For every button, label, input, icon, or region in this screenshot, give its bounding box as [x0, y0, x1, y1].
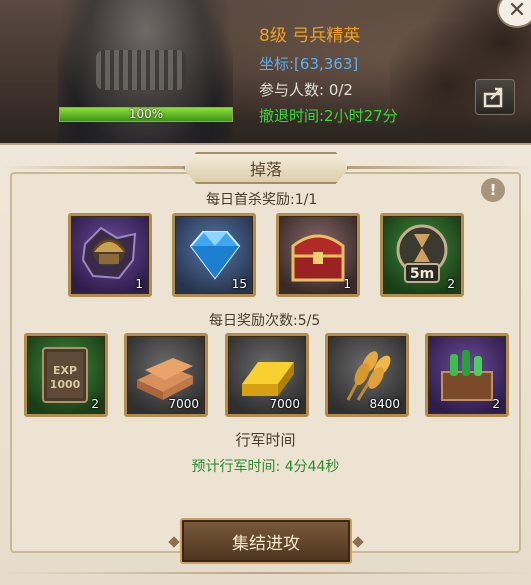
title-ornament-left	[0, 166, 190, 169]
rally-attack-button[interactable]: 集结进攻	[180, 518, 352, 564]
share-icon	[483, 87, 503, 108]
close-icon: ✕	[507, 0, 527, 23]
info-icon[interactable]: !	[481, 178, 505, 202]
item-count: 2	[492, 397, 500, 411]
reward-item[interactable]: 15	[172, 213, 256, 297]
drop-title: 掉落	[183, 152, 349, 184]
item-count: 1	[343, 277, 351, 291]
svg-text:5m: 5m	[410, 266, 434, 282]
title-ornament-right	[341, 166, 531, 169]
first-kill-label: 每日首杀奖励:1/1	[206, 192, 318, 208]
share-button[interactable]	[475, 79, 515, 115]
daily-reward-label: 每日奖励次数:5/5	[209, 313, 321, 329]
item-count: 1	[135, 277, 143, 291]
item-count: 7000	[168, 397, 199, 411]
reward-item[interactable]: 2	[425, 333, 509, 417]
boss-coordinates-link[interactable]: 坐标:[63,363]	[259, 53, 358, 74]
svg-text:EXP: EXP	[53, 364, 77, 377]
svg-text:1000: 1000	[50, 378, 81, 391]
march-time-label: 行军时间	[235, 431, 296, 449]
retreat-time: 撤退时间:2小时27分	[259, 107, 398, 125]
item-count: 8400	[369, 397, 400, 411]
item-count: 2	[91, 397, 99, 411]
health-percent: 100%	[128, 107, 164, 121]
bottom-divider	[0, 572, 531, 574]
reward-item[interactable]: 7000	[124, 333, 208, 417]
item-count: 15	[231, 277, 247, 291]
reward-item[interactable]: 1	[276, 213, 360, 297]
reward-item[interactable]: 5m 2	[380, 213, 464, 297]
boss-health-bar: 100%	[59, 107, 233, 122]
reward-item[interactable]: 7000	[225, 333, 309, 417]
reward-item[interactable]: 1	[68, 213, 152, 297]
reward-item[interactable]: EXP 1000 2	[24, 333, 108, 417]
boss-level-name: 8级 弓兵精英	[259, 26, 361, 46]
participant-count: 参与人数: 0/2	[259, 81, 353, 99]
estimated-march-time: 预计行军时间: 4分44秒	[191, 459, 340, 475]
item-count: 2	[447, 277, 455, 291]
reward-item[interactable]: 8400	[325, 333, 409, 417]
item-count: 7000	[269, 397, 300, 411]
